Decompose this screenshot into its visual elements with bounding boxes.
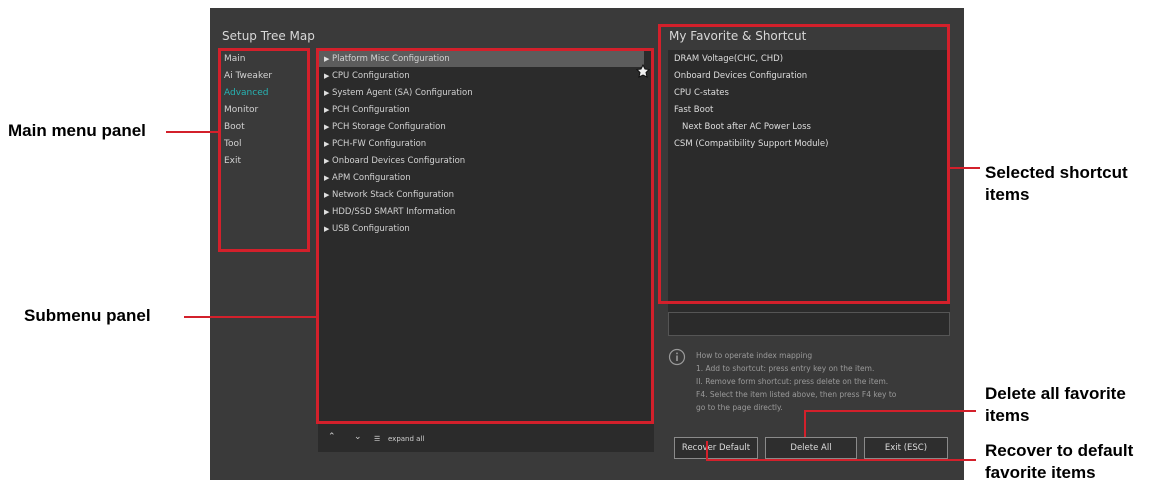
callout-main-menu: Main menu panel [8,121,146,140]
callout-line-recover-drop [706,441,708,461]
callout-shortcut-1: Selected shortcut [985,163,1128,182]
callout-delete-2: items [985,406,1030,425]
callout-delete-1: Delete all favorite [985,384,1126,403]
setup-tree-title: Setup Tree Map [222,29,315,43]
collapse-down-icon[interactable]: ⌄ [354,432,362,442]
callout-submenu: Submenu panel [24,306,151,325]
info-icon [668,348,686,366]
info-text: II. Remove form shortcut: press delete o… [696,377,889,386]
info-text: 1. Add to shortcut: press entry key on t… [696,364,875,373]
info-text: F4. Select the item listed above, then p… [696,390,897,399]
expand-all-label[interactable]: expand all [388,435,424,443]
delete-all-button[interactable]: Delete All [765,437,857,459]
callout-line-main [166,131,218,133]
main-menu-highlight [218,48,310,252]
callout-recover-2: favorite items [985,463,1096,482]
callout-line-shortcut [950,167,980,169]
info-text: go to the page directly. [696,403,783,412]
callout-shortcut-2: items [985,185,1030,204]
submenu-highlight [316,48,654,424]
recover-default-button[interactable]: Recover Default [674,437,758,459]
callout-recover-1: Recover to default [985,441,1134,460]
callout-line-recover [706,459,976,461]
shortcut-highlight [658,24,950,304]
exit-button[interactable]: Exit (ESC) [864,437,948,459]
callout-line-delete [804,410,976,412]
info-text: How to operate index mapping [696,351,813,360]
collapse-up-icon[interactable]: ⌃ [328,432,336,442]
callout-line-delete-drop [804,410,806,437]
favorites-empty-row [668,312,950,336]
list-icon: ☰ [374,435,381,443]
callout-line-submenu [184,316,318,318]
